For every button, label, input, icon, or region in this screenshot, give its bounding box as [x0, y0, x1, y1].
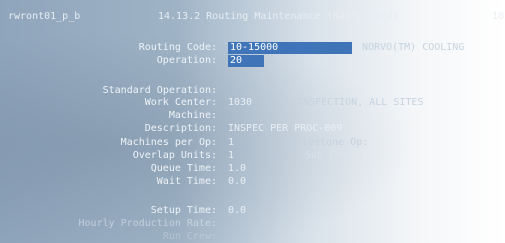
machines-per-op-label: Machines per Op:	[120, 137, 217, 148]
queue-time-input[interactable]: 1.0	[228, 163, 246, 175]
operation-input[interactable]: 20	[228, 55, 264, 67]
work-center-input[interactable]: 1030	[228, 97, 252, 109]
wait-time-input[interactable]: 0.0	[228, 176, 246, 188]
setup-time-input[interactable]: 0.0	[228, 205, 246, 217]
routing-code-label: Routing Code:	[138, 42, 217, 53]
overlap-units-label: Overlap Units:	[132, 150, 217, 161]
run-crew-label: Run Crew:	[162, 231, 217, 242]
description-label: Description:	[144, 123, 217, 134]
hourly-rate-label: Hourly Production Rate:	[78, 218, 217, 229]
standard-operation-label: Standard Operation:	[102, 85, 217, 96]
milestone-op-label: Milestone Op:	[290, 137, 369, 148]
sub-cost-label: Sub Cost:	[305, 150, 360, 161]
routing-code-description: NORVO(TM) COOLING	[362, 42, 465, 53]
routing-code-input[interactable]: 10-15000	[228, 42, 352, 54]
operation-label: Operation:	[156, 55, 217, 66]
corner-text: 10	[492, 11, 505, 22]
title-bar: rwront01_p_b 14.13.2 Routing Maintenance…	[0, 0, 505, 30]
overlap-units-input[interactable]: 1	[228, 150, 234, 162]
window-title: 14.13.2 Routing Maintenance (Rate Based)	[158, 11, 399, 22]
routing-maintenance-screen: rwront01_p_b 14.13.2 Routing Maintenance…	[0, 0, 505, 243]
description-input[interactable]: INSPEC PER PROC-009	[228, 123, 342, 135]
machines-per-op-input[interactable]: 1	[228, 137, 234, 149]
queue-time-label: Queue Time:	[150, 163, 217, 174]
wait-time-label: Wait Time:	[156, 176, 217, 187]
machine-label: Machine:	[168, 110, 217, 121]
user-session: rwront01_p_b	[8, 11, 81, 22]
setup-time-label: Setup Time:	[150, 205, 217, 216]
work-center-description: INSPECTION, ALL SITES	[297, 97, 424, 108]
work-center-label: Work Center:	[144, 97, 217, 108]
